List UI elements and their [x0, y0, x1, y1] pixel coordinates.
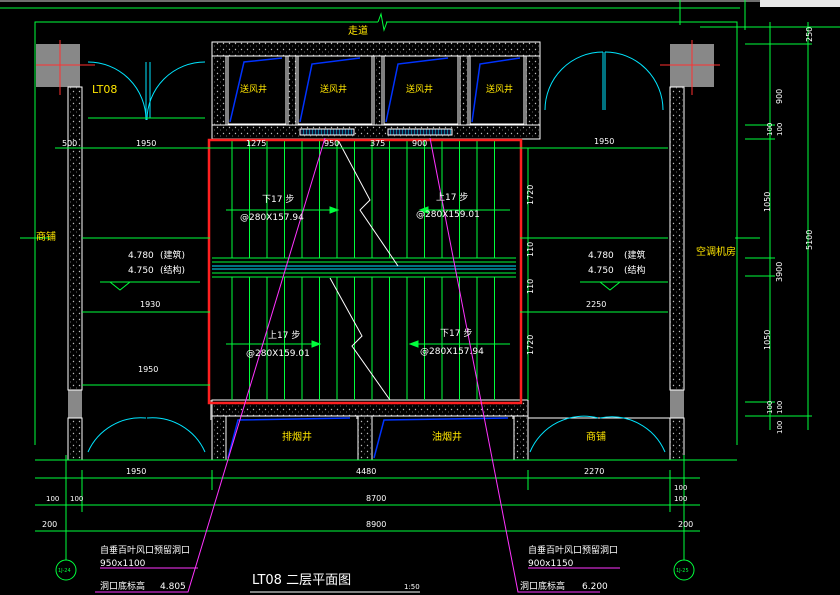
stair-dir-3: 上17 步 — [268, 330, 300, 341]
drawing-scale: 1:50 — [404, 583, 420, 591]
corridor-label: 走道 — [348, 24, 368, 37]
dim-right-100-d: 100 — [776, 401, 784, 414]
level-right-1: 4.780 — [588, 251, 614, 261]
grid-bubble-1J-24[interactable]: 1J-24 — [58, 568, 71, 574]
level-right-2-type: (结构 — [624, 264, 646, 276]
level-left-2: 4.750 — [128, 266, 154, 276]
level-left-1-type: (建筑) — [160, 249, 185, 261]
dim-right-3900: 3900 — [775, 262, 784, 282]
note-left-title: 自垂百叶风口预留洞口 — [100, 544, 190, 556]
dim-bottom3-200-right: 200 — [678, 520, 693, 529]
shaft-label-3: 送风井 — [406, 83, 433, 95]
dim-right-1050-top: 1050 — [763, 192, 772, 212]
dim-bottom-8900: 8900 — [366, 520, 386, 529]
ac-room-label: 空调机房 — [696, 245, 736, 258]
elevator-id-label: LT08 — [92, 83, 117, 96]
dim-bottom-8700: 8700 — [366, 494, 386, 503]
shop-label-bottom: 商铺 — [586, 430, 606, 443]
dim-bottom2-100-c: 100 — [674, 484, 687, 492]
dim-bottom-2270: 2270 — [584, 467, 604, 476]
level-right-2: 4.750 — [588, 266, 614, 276]
stair-spec-1: @280X157.94 — [240, 213, 304, 223]
shaft-label-4: 送风井 — [486, 83, 513, 95]
note-right-elev-label: 洞口底标高 — [520, 580, 565, 592]
dim-bottom2-100-b: 100 — [70, 495, 83, 503]
dim-mid-right: 2250 — [586, 300, 606, 309]
shop-label-left: 商铺 — [36, 230, 56, 243]
dim-stair-1720-bottom: 1720 — [526, 335, 535, 355]
dim-low-left: 1950 — [138, 365, 158, 374]
shaft-label-2: 送风井 — [320, 83, 347, 95]
leader-lines — [95, 137, 620, 593]
dim-top-950: 950 — [324, 139, 339, 148]
cad-drawing-canvas[interactable]: 走道 LT08 送风井 送风井 送风井 送风井 排烟井 油烟井 商铺 商铺 空调… — [0, 0, 840, 595]
dim-right-100-b: 100 — [776, 123, 784, 136]
dim-stair-110-b: 110 — [526, 279, 535, 294]
stair-spec-2: @280X159.01 — [416, 210, 480, 220]
dim-top-1950-left: 1950 — [136, 139, 156, 148]
dim-right-100-c: 100 — [766, 401, 774, 414]
dim-top-375: 375 — [370, 139, 385, 148]
dim-bottom-1950: 1950 — [126, 467, 146, 476]
note-left-elev-label: 洞口底标高 — [100, 580, 145, 592]
shaft-label-1: 送风井 — [240, 83, 267, 95]
oil-shaft-label: 油烟井 — [432, 430, 462, 443]
dim-right-1050-bottom: 1050 — [763, 330, 772, 350]
dim-top-900: 900 — [412, 139, 427, 148]
exhaust-shaft-label: 排烟井 — [282, 430, 312, 443]
dim-stair-1720-top: 1720 — [526, 185, 535, 205]
note-right-elev-value: 6.200 — [582, 582, 608, 592]
level-left-2-type: (结构) — [160, 264, 185, 276]
dim-top-1950-right: 1950 — [594, 137, 614, 146]
note-left-elev-value: 4.805 — [160, 582, 186, 592]
dim-bottom-4480: 4480 — [356, 467, 376, 476]
grid-bubble-1J-25[interactable]: 1J-25 — [676, 568, 689, 574]
dim-mid-left: 1930 — [140, 300, 160, 309]
dim-bottom2-100-d: 100 — [674, 495, 687, 503]
level-left-1: 4.780 — [128, 251, 154, 261]
dim-top-500: 500 — [62, 139, 77, 148]
stair-dir-1: 下17 步 — [262, 194, 294, 205]
top-edge-lines — [0, 0, 840, 30]
dim-right-900: 900 — [775, 89, 784, 104]
right-dim-lines — [745, 22, 812, 430]
stair-dir-4: 下17 步 — [440, 328, 472, 339]
drawing-title: LT08 二层平面图 — [252, 573, 351, 588]
dim-right-100-e: 100 — [776, 421, 784, 434]
level-right-1-type: (建筑 — [624, 249, 646, 261]
dim-stair-110-a: 110 — [526, 242, 535, 257]
dim-bottom2-100-a: 100 — [46, 495, 59, 503]
dim-right-5100: 5100 — [805, 230, 814, 250]
note-left-size: 950x1100 — [100, 559, 146, 569]
note-right-size: 900x1150 — [528, 559, 574, 569]
dim-right-250: 250 — [805, 27, 814, 42]
stair-dir-2: 上17 步 — [436, 192, 468, 203]
stair-spec-3: @280X159.01 — [246, 349, 310, 359]
stair-spec-4: @280X157.94 — [420, 347, 484, 357]
dim-top-1275: 1275 — [246, 139, 266, 148]
note-right-title: 自垂百叶风口预留洞口 — [528, 544, 618, 556]
dim-bottom3-200-left: 200 — [42, 520, 57, 529]
dim-right-100-a: 100 — [766, 123, 774, 136]
